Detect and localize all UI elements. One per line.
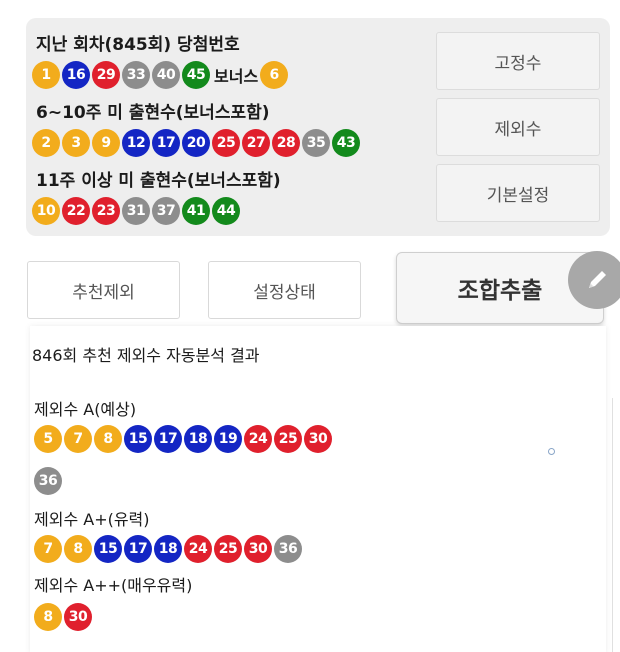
number-ball: 36 xyxy=(274,535,302,563)
number-ball: 15 xyxy=(124,425,152,453)
number-ball: 35 xyxy=(302,129,330,157)
number-ball: 17 xyxy=(152,129,180,157)
number-ball: 30 xyxy=(304,425,332,453)
number-ball: 8 xyxy=(94,425,122,453)
number-ball: 10 xyxy=(32,197,60,225)
number-ball: 27 xyxy=(242,129,270,157)
number-ball: 8 xyxy=(34,603,62,631)
number-ball: 3 xyxy=(62,129,90,157)
number-ball: 19 xyxy=(214,425,242,453)
bonus-label: 보너스 xyxy=(214,67,259,86)
number-ball: 17 xyxy=(124,535,152,563)
number-ball: 22 xyxy=(62,197,90,225)
number-ball: 7 xyxy=(34,535,62,563)
default-settings-button[interactable]: 기본설정 xyxy=(436,164,600,222)
indicator-dot xyxy=(548,448,555,455)
exclude-a-plus-label: 제외수 A+(유력) xyxy=(34,510,150,529)
exclude-numbers-button[interactable]: 제외수 xyxy=(436,98,600,156)
number-ball: 37 xyxy=(152,197,180,225)
exclude-a-numbers-row1: 5 7 8 15 17 18 19 24 25 30 xyxy=(34,424,334,454)
number-ball: 9 xyxy=(92,129,120,157)
number-ball: 2 xyxy=(32,129,60,157)
exclude-a-numbers-row2: 36 xyxy=(34,466,64,496)
number-ball: 25 xyxy=(274,425,302,453)
number-ball: 18 xyxy=(184,425,212,453)
number-ball: 30 xyxy=(244,535,272,563)
number-ball: 45 xyxy=(182,61,210,89)
last-draw-balls: 1 16 29 33 40 45 xyxy=(32,61,212,89)
number-ball: 25 xyxy=(214,535,242,563)
number-ball: 36 xyxy=(34,467,62,495)
fixed-numbers-button[interactable]: 고정수 xyxy=(436,32,600,90)
not-drawn-6-10-numbers: 2 3 9 12 17 20 25 27 28 35 43 xyxy=(32,128,362,158)
number-ball: 18 xyxy=(154,535,182,563)
number-ball: 7 xyxy=(64,425,92,453)
number-ball: 31 xyxy=(122,197,150,225)
number-ball: 17 xyxy=(154,425,182,453)
number-ball: 12 xyxy=(122,129,150,157)
number-ball: 5 xyxy=(34,425,62,453)
last-draw-numbers: 1 16 29 33 40 45 보너스 6 xyxy=(32,60,290,90)
exclude-a-plus-numbers: 7 8 15 17 18 24 25 30 36 xyxy=(34,534,304,564)
exclude-a-plusplus-label: 제외수 A++(매우유력) xyxy=(34,576,193,595)
number-ball: 29 xyxy=(92,61,120,89)
number-ball: 30 xyxy=(64,603,92,631)
exclude-a-plusplus-numbers: 8 30 xyxy=(34,602,94,632)
number-ball: 28 xyxy=(272,129,300,157)
recommend-exclude-button[interactable]: 추천제외 xyxy=(27,261,180,319)
pencil-icon[interactable] xyxy=(568,251,620,309)
bonus-ball: 6 xyxy=(260,61,289,89)
not-drawn-6-10-title: 6~10주 미 출현수(보너스포함) xyxy=(36,103,270,123)
settings-status-button[interactable]: 설정상태 xyxy=(208,261,361,319)
analysis-result-panel xyxy=(30,326,606,652)
number-ball: 16 xyxy=(62,61,90,89)
number-ball: 15 xyxy=(94,535,122,563)
number-ball: 1 xyxy=(32,61,60,89)
number-ball: 44 xyxy=(212,197,240,225)
exclude-a-label: 제외수 A(예상) xyxy=(34,400,137,419)
number-ball: 23 xyxy=(92,197,120,225)
draw-info-panel: 지난 회차(845회) 당첨번호 1 16 29 33 40 45 보너스 6 6~10주… xyxy=(26,18,610,236)
number-ball: 33 xyxy=(122,61,150,89)
number-ball: 40 xyxy=(152,61,180,89)
not-drawn-11plus-numbers: 10 22 23 31 37 41 44 xyxy=(32,196,242,226)
result-title: 846회 추천 제외수 자동분석 결과 xyxy=(32,346,260,365)
number-ball: 41 xyxy=(182,197,210,225)
number-ball: 25 xyxy=(212,129,240,157)
number-ball: 43 xyxy=(332,129,360,157)
last-draw-title: 지난 회차(845회) 당첨번호 xyxy=(36,35,240,55)
number-ball: 8 xyxy=(64,535,92,563)
not-drawn-11plus-title: 11주 이상 미 출현수(보너스포함) xyxy=(36,171,281,191)
number-ball: 24 xyxy=(184,535,212,563)
number-ball: 20 xyxy=(182,129,210,157)
number-ball: 24 xyxy=(244,425,272,453)
scrollbar-track[interactable] xyxy=(612,398,620,652)
